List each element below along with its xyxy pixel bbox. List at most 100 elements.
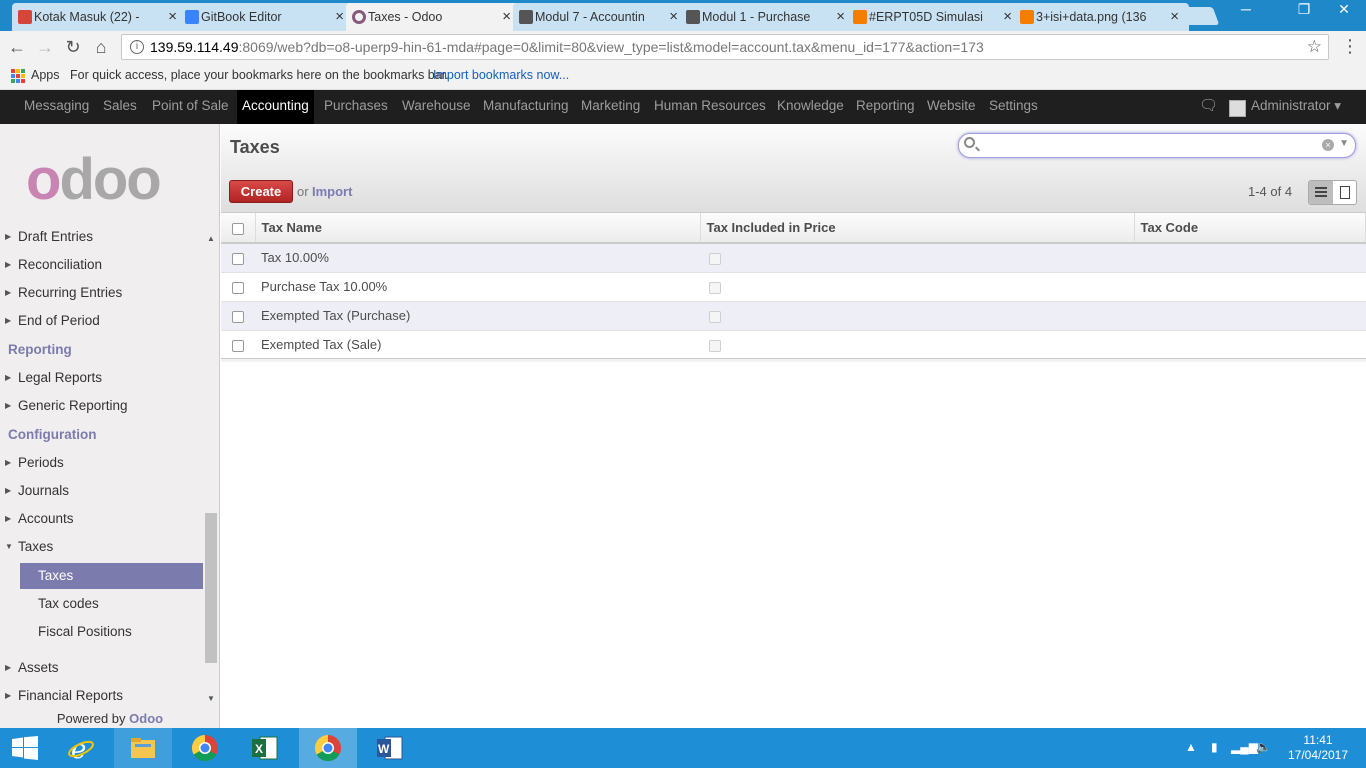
table-row[interactable]: Exempted Tax (Purchase) (221, 301, 1366, 331)
cell-tax-name[interactable]: Purchase Tax 10.00% (255, 272, 700, 302)
browser-tab[interactable]: Modul 7 - Accountin × (513, 3, 688, 31)
pager-value[interactable]: 1-4 of 4 (1248, 184, 1292, 199)
volume-icon[interactable]: 🔈 (1256, 740, 1271, 754)
topmenu-item-manufacturing[interactable]: Manufacturing (478, 90, 574, 124)
sidebar-item-fiscal-positions[interactable]: Fiscal Positions (0, 619, 204, 645)
info-icon[interactable]: i (130, 40, 144, 54)
close-tab-icon[interactable]: × (502, 8, 511, 25)
apps-bookmark[interactable]: Apps (31, 68, 60, 82)
sidebar-item-generic-reporting[interactable]: ▶ Generic Reporting (0, 393, 204, 419)
back-icon[interactable]: ← (6, 36, 28, 58)
clear-search-icon[interactable]: × (1322, 139, 1334, 151)
close-tab-icon[interactable]: × (836, 8, 845, 25)
topmenu-item-human-resources[interactable]: Human Resources (649, 90, 771, 124)
row-checkbox[interactable] (232, 281, 244, 294)
sidebar-item-assets[interactable]: ▶ Assets (0, 655, 204, 681)
avatar[interactable] (1229, 100, 1246, 117)
column-tax-code[interactable]: Tax Code (1134, 213, 1366, 244)
battery-icon[interactable]: ▮ (1211, 740, 1218, 754)
browser-menu-icon[interactable]: ⋮ (1341, 36, 1359, 57)
import-link[interactable]: Import (312, 184, 352, 199)
close-tab-icon[interactable]: × (1003, 8, 1012, 25)
row-checkbox[interactable] (232, 310, 244, 323)
taskbar-internet-explorer[interactable]: e (52, 728, 110, 768)
create-button[interactable]: Create (229, 180, 293, 203)
sidebar-item-draft-entries[interactable]: ▶ Draft Entries (0, 224, 204, 250)
table-row[interactable]: Tax 10.00% (221, 243, 1366, 273)
column-tax-included[interactable]: Tax Included in Price (700, 213, 1135, 244)
sidebar-item-taxes-active[interactable]: Taxes (20, 563, 203, 589)
start-button[interactable] (0, 728, 58, 768)
topmenu-item-purchases[interactable]: Purchases (319, 90, 393, 124)
address-bar[interactable]: i 139.59.114.49:8069/web?db=o8-uperp9-hi… (121, 34, 1329, 60)
row-checkbox[interactable] (232, 252, 244, 265)
table-row[interactable]: Purchase Tax 10.00% (221, 272, 1366, 302)
sidebar-item-tax-codes[interactable]: Tax codes (0, 591, 204, 617)
signal-icon[interactable]: ▂▄▆ (1231, 740, 1258, 754)
cell-tax-name[interactable]: Exempted Tax (Sale) (255, 330, 700, 360)
taskbar-chrome[interactable] (176, 728, 234, 768)
search-input[interactable]: × ▼ (958, 133, 1356, 158)
taskbar-chrome-active[interactable] (299, 728, 357, 768)
cell-tax-name[interactable]: Tax 10.00% (255, 243, 700, 273)
topmenu-item-accounting[interactable]: Accounting (237, 90, 314, 124)
user-menu[interactable]: Administrator ▾ (1251, 90, 1341, 124)
close-tab-icon[interactable]: × (168, 8, 177, 25)
cell-tax-name[interactable]: Exempted Tax (Purchase) (255, 301, 700, 331)
scroll-up-icon[interactable]: ▲ (205, 234, 217, 246)
scroll-down-icon[interactable]: ▼ (205, 694, 217, 706)
sidebar-item-end-of-period[interactable]: ▶ End of Period (0, 308, 204, 334)
close-tab-icon[interactable]: × (335, 8, 344, 25)
row-checkbox[interactable] (232, 339, 244, 352)
close-tab-icon[interactable]: × (669, 8, 678, 25)
odoo-logo[interactable]: odoo (26, 151, 162, 209)
sidebar-item-recurring-entries[interactable]: ▶ Recurring Entries (0, 280, 204, 306)
table-row[interactable]: Exempted Tax (Sale) (221, 330, 1366, 360)
sidebar-item-taxes[interactable]: ▼ Taxes (0, 534, 204, 560)
bookmark-star-icon[interactable]: ☆ (1307, 35, 1322, 59)
column-tax-name[interactable]: Tax Name (255, 213, 701, 244)
search-options-icon[interactable]: ▼ (1339, 138, 1349, 149)
topmenu-item-marketing[interactable]: Marketing (576, 90, 645, 124)
chat-icon[interactable]: 🗨 (1199, 90, 1218, 124)
sidebar-item-periods[interactable]: ▶ Periods (0, 450, 204, 476)
browser-tab[interactable]: 3+isi+data.png (136 × (1014, 3, 1189, 31)
list-view-button[interactable] (1309, 181, 1333, 204)
browser-tab[interactable]: Modul 1 - Purchase × (680, 3, 855, 31)
form-view-button[interactable] (1333, 181, 1356, 204)
taskbar-clock[interactable]: 11:41 17/04/2017 (1282, 733, 1354, 763)
sidebar-item-accounts[interactable]: ▶ Accounts (0, 506, 204, 532)
browser-tab[interactable]: GitBook Editor × (179, 3, 354, 31)
sidebar-item-legal-reports[interactable]: ▶ Legal Reports (0, 365, 204, 391)
taskbar-excel[interactable]: X (236, 728, 294, 768)
restore-icon[interactable]: ❐ (1290, 0, 1318, 20)
topmenu-item-sales[interactable]: Sales (98, 90, 142, 124)
close-tab-icon[interactable]: × (1170, 8, 1179, 25)
topmenu-item-messaging[interactable]: Messaging (19, 90, 94, 124)
browser-tab[interactable]: #ERPT05D Simulasi × (847, 3, 1022, 31)
topmenu-item-website[interactable]: Website (922, 90, 981, 124)
close-window-icon[interactable]: ✕ (1330, 0, 1358, 20)
topmenu-item-warehouse[interactable]: Warehouse (397, 90, 476, 124)
reload-icon[interactable]: ↻ (62, 36, 84, 58)
browser-tab[interactable]: Taxes - Odoo × (346, 3, 521, 31)
sidebar-item-reconciliation[interactable]: ▶ Reconciliation (0, 252, 204, 278)
powered-by-odoo-link[interactable]: Odoo (129, 711, 163, 726)
topmenu-item-settings[interactable]: Settings (984, 90, 1043, 124)
home-icon[interactable]: ⌂ (90, 36, 112, 58)
minimize-icon[interactable]: ─ (1232, 0, 1260, 20)
topmenu-item-reporting[interactable]: Reporting (851, 90, 920, 124)
sidebar-item-financial-reports[interactable]: ▶ Financial Reports (0, 683, 204, 709)
sidebar-item-journals[interactable]: ▶ Journals (0, 478, 204, 504)
tray-expand-icon[interactable]: ▲ (1185, 740, 1197, 754)
topmenu-item-point-of-sale[interactable]: Point of Sale (147, 90, 234, 124)
select-all-checkbox[interactable] (232, 222, 244, 235)
new-tab-button[interactable] (1178, 7, 1220, 25)
forward-icon[interactable]: → (34, 36, 56, 58)
browser-tab[interactable]: Kotak Masuk (22) - × (12, 3, 187, 31)
import-bookmarks-link[interactable]: Import bookmarks now... (433, 68, 569, 82)
topmenu-item-knowledge[interactable]: Knowledge (772, 90, 849, 124)
sidebar-scroll-thumb[interactable] (205, 513, 217, 663)
taskbar-word[interactable]: W (361, 728, 419, 768)
taskbar-file-explorer[interactable] (114, 728, 172, 768)
